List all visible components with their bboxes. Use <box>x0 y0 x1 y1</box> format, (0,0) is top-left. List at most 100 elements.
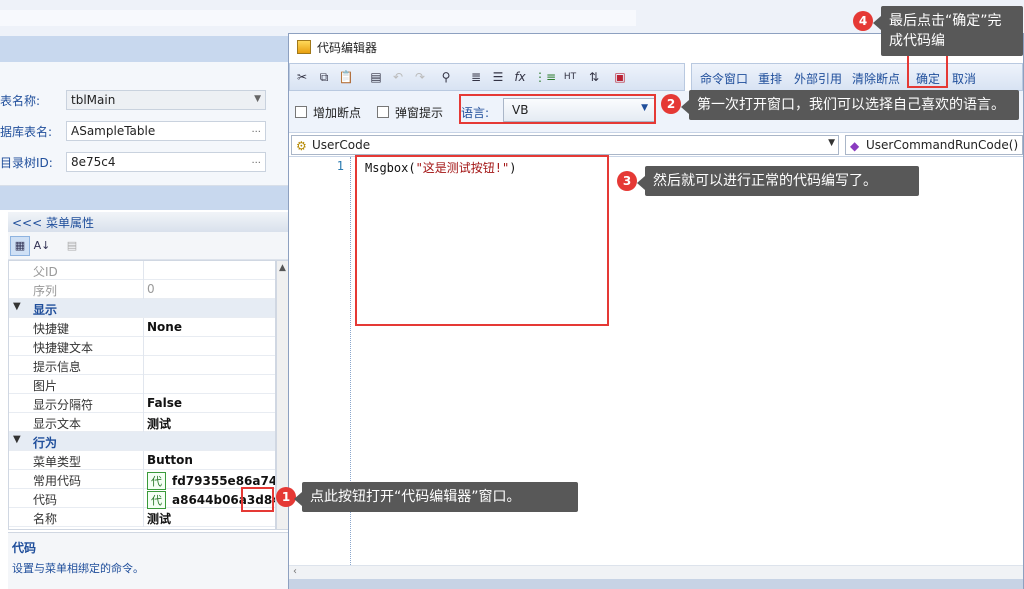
annotation-box-1 <box>241 487 274 512</box>
annotation-badge-4: 4 <box>853 11 873 31</box>
property-name: 行为 <box>33 436 58 450</box>
property-row[interactable]: 图片 <box>9 375 275 394</box>
copy-icon[interactable]: ⧉ <box>316 69 332 85</box>
chevron-down-icon: ▼ <box>828 138 835 148</box>
property-separator <box>143 280 144 299</box>
property-row[interactable]: 代码代a8644b06a3d847 <box>9 489 275 509</box>
property-name: 菜单类型 <box>33 455 82 469</box>
property-value[interactable]: None <box>147 320 182 334</box>
property-grid: 父ID 序列 0 ▼ 显示 快捷键 None 快捷键文本 提示信息 图片 显示分隔符 False 显示文… <box>8 260 276 530</box>
property-row[interactable]: 快捷键 None <box>9 318 275 337</box>
property-name: 快捷键文本 <box>33 341 94 355</box>
redo-icon[interactable]: ↷ <box>412 69 428 85</box>
property-value[interactable]: 0 <box>147 282 155 296</box>
property-value-text: Button <box>147 453 193 467</box>
property-value[interactable]: 测试 <box>147 510 171 527</box>
method-select[interactable]: ◆ UserCommandRunCode() <box>845 135 1023 155</box>
popup-checkbox[interactable] <box>377 106 389 118</box>
rearrange-button[interactable]: 重排 <box>758 70 782 87</box>
property-separator <box>143 451 144 470</box>
db-table-name-field[interactable]: ASampleTable ... <box>66 121 266 141</box>
tree-id-label: 目录树ID: <box>0 156 53 170</box>
outdent-icon[interactable]: ☰ <box>490 69 506 85</box>
paste-icon[interactable]: 📋 <box>338 69 354 85</box>
property-name: 图片 <box>33 379 58 393</box>
property-value-text: None <box>147 320 182 334</box>
property-name: 代码 <box>33 493 58 507</box>
external-reference-button[interactable]: 外部引用 <box>794 70 842 87</box>
annotation-badge-1: 1 <box>276 487 296 507</box>
breakpoint-checkbox[interactable] <box>295 106 307 118</box>
property-row[interactable]: 快捷键文本 <box>9 337 275 356</box>
property-row[interactable]: 序列 0 <box>9 280 275 299</box>
breakpoint-label: 增加断点 <box>313 106 362 120</box>
table-name-label: 表名称: <box>0 94 41 108</box>
property-name: 提示信息 <box>33 360 82 374</box>
save-icon[interactable]: ▣ <box>612 69 628 85</box>
scroll-left-icon[interactable]: ‹ <box>293 566 297 577</box>
property-name: 显示文本 <box>33 417 82 431</box>
document-icon[interactable]: ▤ <box>368 69 384 85</box>
property-description: 代码 设置与菜单相绑定的命令。 <box>8 532 290 589</box>
table-name-select[interactable]: tblMain ▼ <box>66 90 266 110</box>
property-toolbar: ▦ A↓ ▤ <box>8 232 290 260</box>
indent-icon[interactable]: ≣ <box>468 69 484 85</box>
property-value-text: fd79355e86a7447 <box>172 474 276 488</box>
property-separator <box>143 508 144 527</box>
annotation-box-2 <box>459 94 656 124</box>
app-icon <box>297 40 311 54</box>
property-value[interactable]: 测试 <box>147 415 171 432</box>
tree-id-value: 8e75c4 <box>71 155 116 169</box>
property-name: 常用代码 <box>33 474 82 488</box>
editor-toolbar: ✂ ⧉ 📋 ▤ ↶ ↷ ⚲ ≣ ☰ fx ⋮≡ HT ⇅ ▣ <box>289 63 685 91</box>
clear-breakpoints-button[interactable]: 清除断点 <box>852 70 900 87</box>
property-row[interactable]: 显示分隔符 False <box>9 394 275 413</box>
property-name: 父ID <box>33 265 58 279</box>
property-separator <box>143 489 144 508</box>
annotation-badge-2: 2 <box>661 94 681 114</box>
editor-scope-bar: ⚙ UserCode ▼ ◆ UserCommandRunCode() <box>289 133 1023 157</box>
class-select[interactable]: ⚙ UserCode ▼ <box>291 135 839 155</box>
tree-id-field[interactable]: 8e75c4 ... <box>66 152 266 172</box>
property-value-text: 测试 <box>147 417 172 431</box>
menu-attributes-header[interactable]: <<< 菜单属性 <box>8 212 290 232</box>
cancel-button[interactable]: 取消 <box>952 70 976 87</box>
popup-label: 弹窗提示 <box>395 106 444 120</box>
collapse-icon[interactable]: ▼ <box>13 301 21 312</box>
property-row[interactable]: 提示信息 <box>9 356 275 375</box>
function-icon[interactable]: fx <box>512 69 528 85</box>
property-category[interactable]: ▼ 显示 <box>9 299 275 318</box>
horizontal-scrollbar[interactable]: ‹ <box>289 565 1023 579</box>
property-row[interactable]: 菜单类型 Button <box>9 451 275 470</box>
property-pages-icon[interactable]: ▤ <box>62 236 82 256</box>
property-row[interactable]: 父ID <box>9 261 275 280</box>
comment-icon[interactable]: HT <box>562 69 578 85</box>
command-window-button[interactable]: 命令窗口 <box>700 70 748 87</box>
property-value[interactable]: False <box>147 396 182 410</box>
collapse-icon[interactable]: ▼ <box>13 434 21 445</box>
categorized-icon[interactable]: ▦ <box>10 236 30 256</box>
ellipsis-button[interactable]: ... <box>251 155 261 166</box>
undo-icon[interactable]: ↶ <box>390 69 406 85</box>
annotation-tip-1: 点此按钮打开“代码编辑器”窗口。 <box>294 482 578 512</box>
property-value-text: False <box>147 396 182 410</box>
sort-alpha-icon[interactable]: A↓ <box>32 236 52 256</box>
description-text: 设置与菜单相绑定的命令。 <box>12 562 144 575</box>
cut-icon[interactable]: ✂ <box>294 69 310 85</box>
uncomment-icon[interactable]: ⇅ <box>586 69 602 85</box>
property-row[interactable]: 显示文本 测试 <box>9 413 275 432</box>
annotation-box-4 <box>907 54 948 88</box>
property-row[interactable]: 名称 测试 <box>9 508 275 527</box>
line-number-gutter: 1 <box>289 157 351 577</box>
find-icon[interactable]: ⚲ <box>438 69 454 85</box>
annotation-tip-2: 第一次打开窗口，我们可以选择自己喜欢的语言。 <box>681 90 1019 120</box>
property-value[interactable]: Button <box>147 453 193 467</box>
editor-bottom-bar <box>289 579 1023 589</box>
scroll-up-icon[interactable]: ▲ <box>279 263 286 273</box>
ellipsis-button[interactable]: ... <box>251 124 261 135</box>
property-row[interactable]: 常用代码 代 fd79355e86a7447 <box>9 470 276 490</box>
list-icon[interactable]: ⋮≡ <box>534 69 556 85</box>
property-category[interactable]: ▼ 行为 <box>9 432 275 451</box>
designer-section-bar <box>0 186 290 210</box>
annotation-tip-4: 最后点击“确定”完成代码编 <box>873 6 1023 56</box>
